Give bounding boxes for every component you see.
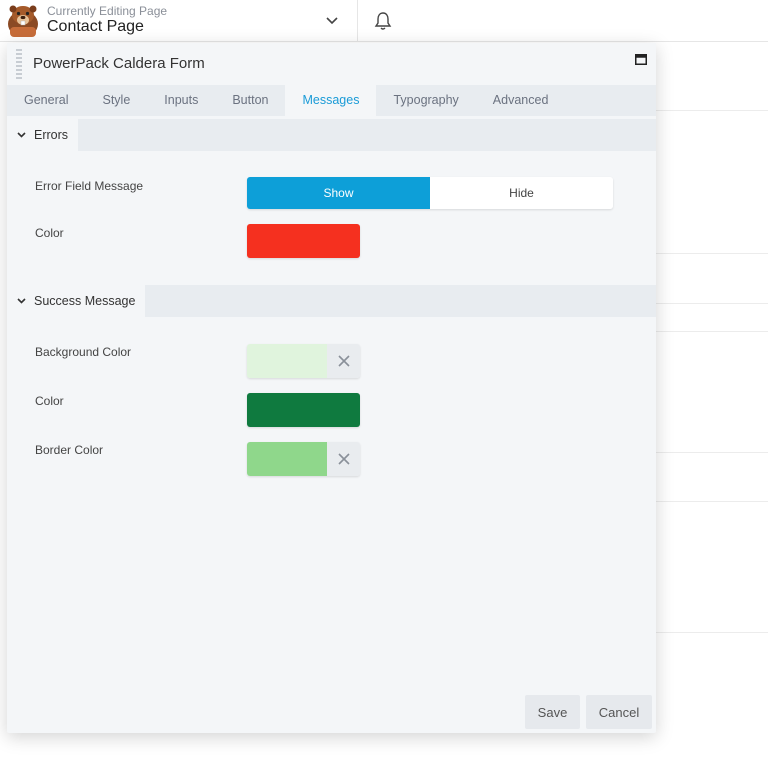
show-option[interactable]: Show [247, 177, 430, 209]
success-section-header: Success Message [7, 285, 656, 317]
top-bar: Currently Editing Page Contact Page [0, 0, 768, 42]
background-divider [656, 303, 768, 304]
tab-button[interactable]: Button [215, 85, 285, 116]
beaver-logo-icon[interactable] [4, 3, 42, 39]
error-color-swatch[interactable] [247, 224, 360, 258]
border-color-swatch[interactable] [247, 442, 327, 476]
errors-section-header: Errors [7, 119, 656, 151]
border-color-label: Border Color [35, 443, 104, 457]
background-divider [656, 110, 768, 111]
errors-section-title: Errors [34, 128, 69, 142]
error-field-message-toggle: Show Hide [247, 177, 613, 209]
error-color-label: Color [35, 226, 64, 240]
tab-bar: General Style Inputs Button Messages Typ… [7, 85, 656, 116]
cancel-button[interactable]: Cancel [586, 695, 652, 729]
background-color-label: Background Color [35, 345, 132, 359]
tab-typography[interactable]: Typography [376, 85, 475, 116]
bell-icon[interactable] [370, 8, 396, 34]
tab-advanced[interactable]: Advanced [476, 85, 566, 116]
panel-title: PowerPack Caldera Form [33, 55, 205, 72]
editing-label: Currently Editing Page [47, 4, 168, 18]
background-divider [656, 501, 768, 502]
page-title: Contact Page [47, 18, 144, 35]
topbar-divider [357, 0, 358, 42]
background-divider [656, 632, 768, 633]
chevron-down-icon[interactable] [318, 8, 346, 34]
success-color-swatch[interactable] [247, 393, 360, 427]
background-divider [656, 253, 768, 254]
success-section-title: Success Message [34, 294, 136, 308]
tab-inputs[interactable]: Inputs [147, 85, 215, 116]
errors-section-toggle[interactable]: Errors [7, 119, 79, 151]
error-field-message-label: Error Field Message [35, 179, 144, 193]
success-color-label: Color [35, 394, 64, 408]
success-section-toggle[interactable]: Success Message [7, 285, 146, 317]
clear-icon[interactable] [327, 442, 360, 476]
background-divider [656, 452, 768, 453]
tab-messages[interactable]: Messages [285, 85, 377, 116]
chevron-down-icon [17, 296, 27, 306]
save-button[interactable]: Save [525, 695, 580, 729]
settings-panel: PowerPack Caldera Form General Style Inp… [7, 43, 656, 733]
clear-icon[interactable] [327, 344, 360, 378]
tab-style[interactable]: Style [85, 85, 147, 116]
background-color-swatch[interactable] [247, 344, 327, 378]
panel-header: PowerPack Caldera Form [7, 43, 656, 85]
maximize-icon[interactable] [634, 52, 648, 66]
drag-handle[interactable] [16, 49, 22, 79]
tab-general[interactable]: General [7, 85, 85, 116]
background-color-picker [247, 344, 360, 378]
chevron-down-icon [17, 130, 27, 140]
border-color-picker [247, 442, 360, 476]
background-divider [656, 331, 768, 332]
hide-option[interactable]: Hide [430, 177, 613, 209]
